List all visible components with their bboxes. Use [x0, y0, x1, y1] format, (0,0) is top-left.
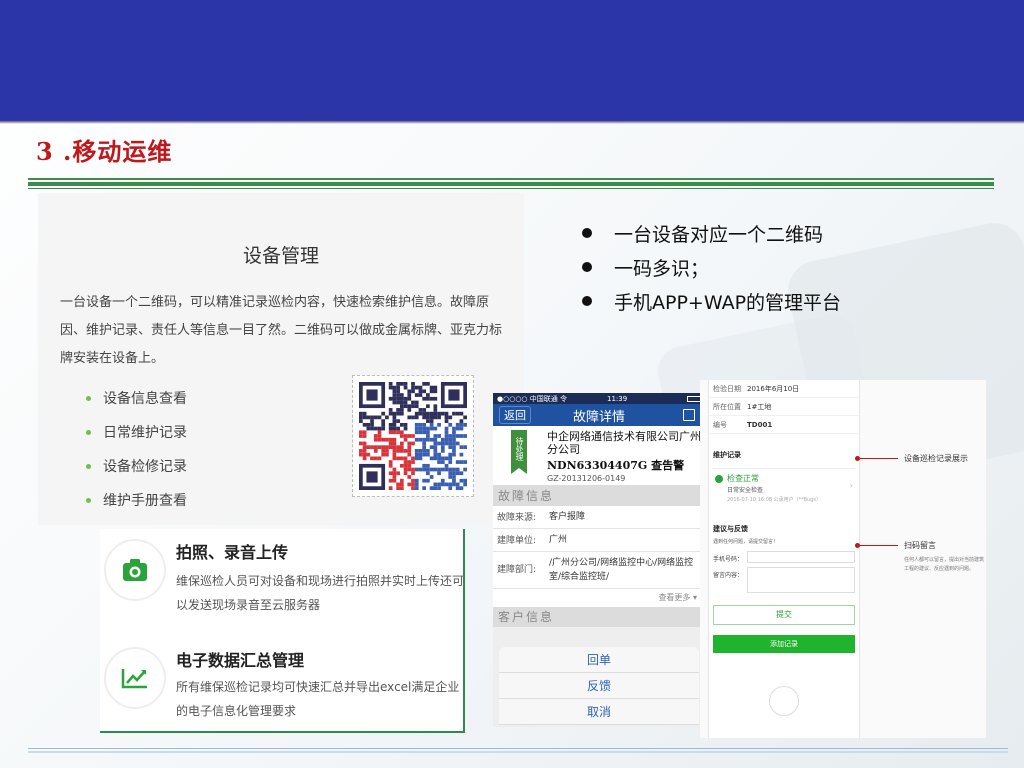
feature-title: 电子数据汇总管理	[176, 651, 305, 670]
slide-title: 3 .移动运维	[36, 137, 173, 166]
bullet-dot-icon	[582, 262, 592, 272]
device-panel-description: 一台设备一个二维码，可以精准记录巡检内容，快速检索维护信息。故障原因、维护记录、…	[60, 295, 503, 366]
status-bar: ●○○○○ 中国联通 令 11:39	[493, 393, 705, 404]
title-divider	[28, 178, 994, 180]
home-button-icon	[769, 686, 799, 716]
list-item: 手机APP+WAP的管理平台	[582, 284, 841, 318]
header-bar	[0, 0, 1024, 120]
list-item: 维护手册查看	[86, 483, 187, 517]
company-name: 中企网络通信技术有限公司广州分公司	[547, 430, 701, 456]
section-header-customer: 客户信息	[493, 607, 705, 627]
advice-hint: 遇到任何问题，请提交留言！	[713, 539, 779, 545]
add-record-button[interactable]: 添加记录	[713, 635, 855, 653]
device-code: NDN63304407G 查告警	[547, 459, 685, 472]
list-item: 设备信息查看	[86, 381, 187, 415]
phone-fault-detail-screen: ●○○○○ 中国联通 令 11:39 故障详情 返回 待处理 中企网络通信技术有…	[493, 393, 705, 727]
bullet-dot-icon	[582, 296, 592, 306]
message-field: 留言内容：	[709, 565, 859, 595]
check-circle-icon	[715, 475, 723, 483]
bullet-dot-icon	[86, 429, 91, 435]
list-item: 一台设备对应一个二维码	[582, 216, 841, 250]
section-header-fault: 故障信息	[493, 486, 705, 506]
list-item: 一码多识；	[582, 250, 841, 284]
message-input[interactable]	[747, 567, 855, 593]
advice-section-title: 建议与反馈	[713, 525, 748, 533]
callout-label: 设备巡检记录展示	[904, 454, 968, 463]
chevron-right-icon: ›	[849, 481, 853, 490]
view-more-link[interactable]: 查看更多 ▾	[493, 589, 705, 607]
action-cancel-button[interactable]: 取消	[499, 699, 699, 725]
nav-bar: 故障详情 返回	[493, 404, 705, 426]
info-row: 所在位置 1#工地	[709, 398, 859, 416]
list-item: 设备检修记录	[86, 449, 187, 483]
nav-title: 故障详情	[572, 409, 625, 425]
bullet-dot-icon	[86, 463, 91, 469]
table-row: 建障部门:/广州分公司/网络监控中心/网络监控室/综合监控班/	[493, 552, 705, 589]
key-points-list: 一台设备对应一个二维码 一码多识； 手机APP+WAP的管理平台	[582, 216, 841, 318]
phone-number-field: 手机号码：	[709, 549, 859, 565]
feature-description: 所有维保巡检记录均可快速汇总并导出excel满足企业的电子信息化管理要求	[176, 680, 460, 718]
title-divider	[28, 188, 994, 189]
header-shadow	[0, 120, 1024, 124]
camera-icon	[104, 539, 166, 601]
qr-code-icon	[352, 375, 474, 497]
table-row: 故障来源: 客户报障	[493, 506, 705, 529]
device-management-panel: 设备管理 一台设备一个二维码，可以精准记录巡检内容，快速检索维护信息。故障原因、…	[38, 193, 524, 525]
slide: 3 .移动运维 设备管理 一台设备一个二维码，可以精准记录巡检内容，快速检索维护…	[0, 0, 1024, 768]
status-badge: 待处理	[511, 430, 527, 474]
submit-button[interactable]: 提交	[713, 605, 855, 625]
ticket-id: GZ-20131206-0149	[547, 474, 626, 483]
bullet-dot-icon	[582, 228, 592, 238]
callout-line	[855, 456, 898, 461]
feature-card: 拍照、录音上传 维保巡检人员可对设备和现场进行拍照并实时上传还可以发送现场录音至…	[100, 529, 465, 733]
bullet-dot-icon	[86, 395, 91, 401]
feature-description: 维保巡检人员可对设备和现场进行拍照并实时上传还可以发送现场录音至云服务器	[176, 574, 465, 612]
phone-number-input[interactable]	[747, 551, 855, 563]
device-panel-title: 设备管理	[242, 245, 319, 267]
battery-icon	[687, 395, 701, 402]
callout-line	[855, 543, 898, 548]
action-feedback-button[interactable]: 反馈	[499, 673, 699, 699]
maintenance-section-title: 维护记录	[713, 451, 741, 459]
callout-label: 扫码留言	[904, 541, 936, 550]
table-row: 建障单位: 广州	[493, 529, 705, 552]
phone-inspection-record-screen: 检验日期 2016年6月10日 所在位置 1#工地 编号 TD001 维护记录 检查正…	[700, 380, 986, 738]
action-sheet: 回单 反馈 取消	[499, 647, 699, 725]
footer-divider	[28, 751, 1008, 753]
callout-description: 任何人都可以留言，提出对当前建筑工程的建议、反应遇到的问题。	[904, 557, 985, 572]
info-row: 检验日期 2016年6月10日	[709, 380, 859, 398]
company-header: 待处理 中企网络通信技术有限公司广州分公司 NDN63304407G 查告警 G…	[493, 426, 705, 486]
list-item[interactable]: 检查正常 日常安全检查 2016-07-10 16:08 公承用户（**Bugs…	[713, 468, 855, 508]
action-return-button[interactable]: 回单	[499, 647, 699, 673]
device-feature-list: 设备信息查看 日常维护记录 设备检修记录 维护手册查看	[86, 381, 187, 517]
qr-code-graphic	[359, 382, 467, 490]
footer-divider	[28, 748, 1008, 749]
info-row: 编号 TD001	[709, 416, 859, 434]
feature-title: 拍照、录音上传	[176, 543, 289, 562]
list-item: 日常维护记录	[86, 415, 187, 449]
phone-screen: 检验日期 2016年6月10日 所在位置 1#工地 编号 TD001 维护记录 检查正…	[708, 380, 860, 738]
bullet-dot-icon	[86, 497, 91, 503]
title-divider	[28, 182, 994, 186]
trend-chart-icon	[104, 647, 166, 709]
